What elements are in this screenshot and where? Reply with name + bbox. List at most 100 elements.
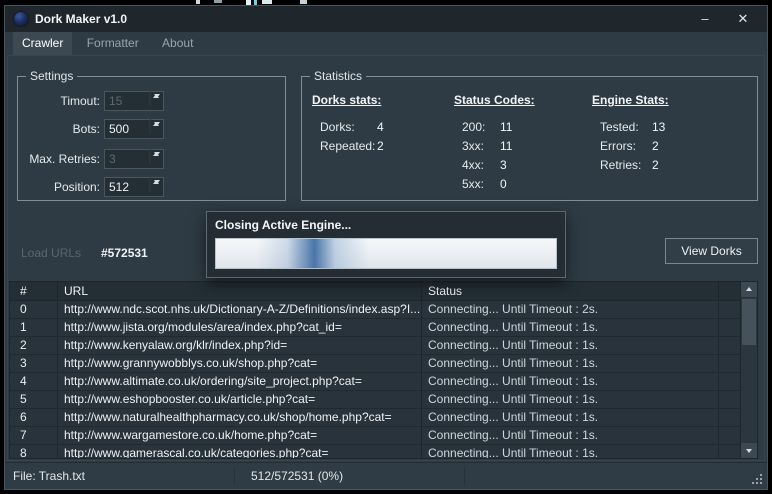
column-header-status[interactable]: Status (422, 282, 719, 300)
column-header-url[interactable]: URL (58, 282, 422, 300)
row-url: http://www.naturalhealthpharmacy.co.uk/s… (58, 409, 422, 426)
bots-label: Bots: (18, 119, 100, 139)
stat-row: Repeated:2 (312, 137, 448, 156)
stat-label: 5xx: (462, 175, 500, 194)
row-status: Connecting... Until Timeout : 1s. (422, 409, 719, 426)
tab-about[interactable]: About (153, 32, 202, 55)
row-status: Connecting... Until Timeout : 1s. (422, 445, 719, 459)
stat-value: 13 (652, 120, 665, 134)
table-row[interactable]: 7 http://www.wargamestore.co.uk/home.php… (10, 427, 757, 445)
max-retries-label: Max. Retries: (18, 149, 100, 169)
stat-label: Retries: (600, 156, 652, 175)
statusbar-divider (464, 467, 465, 485)
stat-label: Repeated: (320, 137, 377, 156)
spinner-down-icon[interactable] (150, 91, 151, 106)
table-row[interactable]: 0 http://www.ndc.scot.nhs.uk/Dictionary-… (10, 301, 757, 319)
stat-value: 11 (500, 139, 512, 153)
table-row[interactable]: 1 http://www.jista.org/modules/area/inde… (10, 319, 757, 337)
timeout-label: Timout: (18, 91, 100, 111)
timeout-input[interactable]: 15 (104, 91, 164, 111)
scroll-down-icon[interactable] (741, 442, 757, 458)
stat-value: 11 (500, 120, 512, 134)
titlebar[interactable]: Dork Maker v1.0 – ✕ (5, 6, 767, 32)
row-num: 8 (10, 445, 58, 459)
max-retries-input[interactable]: 3 (104, 149, 164, 169)
row-status: Connecting... Until Timeout : 1s. (422, 427, 719, 444)
table-row[interactable]: 6 http://www.naturalhealthpharmacy.co.uk… (10, 409, 757, 427)
marquee-progress-bar (215, 238, 557, 269)
tab-bar: Crawler Formatter About (13, 32, 204, 55)
app-window: Dork Maker v1.0 – ✕ Crawler Formatter Ab… (4, 5, 768, 490)
status-codes-column: Status Codes: 200:11 3xx:11 4xx:3 5xx:0 (454, 93, 584, 194)
timeout-value: 15 (109, 92, 122, 110)
row-num: 4 (10, 373, 58, 390)
column-header-num[interactable]: # (10, 282, 58, 300)
engine-stats-header: Engine Stats: (592, 93, 742, 108)
row-url: http://www.jista.org/modules/area/index.… (58, 319, 422, 336)
statusbar-file: File: Trash.txt (13, 463, 85, 489)
row-url: http://www.kenyalaw.org/klr/index.php?id… (58, 337, 422, 354)
spinner-down-icon[interactable] (150, 177, 151, 192)
window-title: Dork Maker v1.0 (35, 6, 127, 32)
dorks-stats-header: Dorks stats: (312, 93, 448, 108)
table-row[interactable]: 2 http://www.kenyalaw.org/klr/index.php?… (10, 337, 757, 355)
stat-label: Tested: (600, 118, 652, 137)
stat-label: Errors: (600, 137, 652, 156)
bots-value: 500 (109, 120, 129, 138)
spinner-down-icon[interactable] (150, 119, 151, 134)
stat-value: 0 (500, 177, 507, 191)
background-artifact (300, 0, 307, 4)
row-num: 2 (10, 337, 58, 354)
row-url: http://www.gamerascal.co.uk/categories.p… (58, 445, 422, 459)
resize-grip[interactable] (760, 482, 762, 484)
spinner-down-icon[interactable] (150, 149, 151, 164)
screenshot-root: Dork Maker v1.0 – ✕ Crawler Formatter Ab… (0, 0, 772, 494)
scrollbar-thumb[interactable] (742, 299, 756, 345)
vertical-scrollbar[interactable] (740, 282, 757, 458)
dorks-stats-column: Dorks stats: Dorks:4 Repeated:2 (312, 93, 448, 156)
statusbar-progress: 512/572531 (0%) (251, 463, 343, 489)
max-retries-spinner (149, 150, 163, 168)
position-label: Position: (18, 177, 100, 197)
row-url: http://www.eshopbooster.co.uk/article.ph… (58, 391, 422, 408)
engine-stats-column: Engine Stats: Tested:13 Errors:2 Retries… (592, 93, 742, 175)
stat-row: 4xx:3 (454, 156, 584, 175)
row-num: 3 (10, 355, 58, 372)
load-urls-button[interactable]: Load URLs (21, 246, 81, 260)
position-spinner (149, 178, 163, 196)
table-row[interactable]: 4 http://www.altimate.co.uk/ordering/sit… (10, 373, 757, 391)
row-num: 7 (10, 427, 58, 444)
scroll-up-icon[interactable] (741, 282, 757, 298)
position-value: 512 (109, 178, 129, 196)
stat-value: 2 (652, 158, 659, 172)
close-button[interactable]: ✕ (728, 6, 758, 32)
tab-formatter[interactable]: Formatter (78, 32, 148, 55)
minimize-button[interactable]: – (690, 6, 720, 32)
background-artifact (196, 0, 200, 4)
tab-crawler[interactable]: Crawler (13, 32, 72, 55)
table-row[interactable]: 5 http://www.eshopbooster.co.uk/article.… (10, 391, 757, 409)
background-artifact (214, 0, 222, 3)
max-retries-field-row: Max. Retries: 3 (18, 149, 285, 169)
stat-value: 3 (500, 158, 507, 172)
position-field-row: Position: 512 (18, 177, 285, 197)
stat-label: 200: (462, 118, 500, 137)
bots-input[interactable]: 500 (104, 119, 164, 139)
stat-value: 2 (377, 139, 384, 153)
settings-group-label: Settings (26, 69, 77, 83)
row-status: Connecting... Until Timeout : 1s. (422, 319, 719, 336)
row-url: http://www.ndc.scot.nhs.uk/Dictionary-A-… (58, 301, 422, 318)
table-row[interactable]: 3 http://www.grannywobblys.co.uk/shop.ph… (10, 355, 757, 373)
stat-row: 3xx:11 (454, 137, 584, 156)
stat-row: Tested:13 (592, 118, 742, 137)
results-table: # URL Status 0 http://www.ndc.scot.nhs.u… (9, 281, 758, 459)
row-num: 0 (10, 301, 58, 318)
table-row[interactable]: 8 http://www.gamerascal.co.uk/categories… (10, 445, 757, 459)
stat-row: Errors:2 (592, 137, 742, 156)
timeout-spinner (149, 92, 163, 110)
table-header-row: # URL Status (10, 282, 757, 301)
closing-engine-dialog: Closing Active Engine... (206, 211, 566, 278)
view-dorks-button[interactable]: View Dorks (665, 238, 758, 264)
position-input[interactable]: 512 (104, 177, 164, 197)
row-url: http://www.wargamestore.co.uk/home.php?c… (58, 427, 422, 444)
